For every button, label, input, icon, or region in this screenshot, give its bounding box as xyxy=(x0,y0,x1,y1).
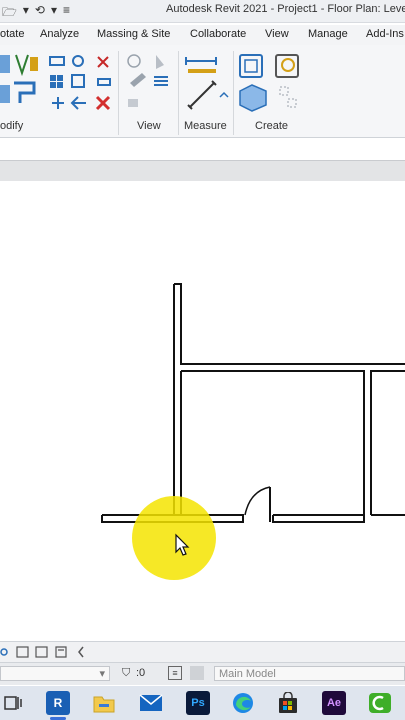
panel-label-measure: Measure xyxy=(184,120,227,132)
ribbon: odify View Measure Create xyxy=(0,45,405,138)
chevron-down-icon: ▾ xyxy=(99,668,105,680)
tab-massing-site[interactable]: Massing & Site xyxy=(97,28,170,40)
panel-label-view: View xyxy=(137,120,161,132)
more-icon[interactable]: ≡ xyxy=(63,3,70,24)
panel-divider xyxy=(118,51,119,135)
edge-icon[interactable] xyxy=(232,692,254,714)
chevron-left-icon[interactable] xyxy=(78,646,84,658)
task-view-icon[interactable] xyxy=(4,694,22,712)
floor-plan-drawing xyxy=(101,283,405,580)
file-explorer-icon[interactable] xyxy=(93,693,115,713)
cursor-highlight xyxy=(132,496,216,580)
measure-tools-icon[interactable] xyxy=(184,53,230,113)
revit-icon[interactable]: R xyxy=(46,691,70,715)
active-workset-value: Main Model xyxy=(219,668,276,680)
status-dropdown[interactable]: ▾ xyxy=(0,666,110,681)
align-move-icon[interactable] xyxy=(48,53,90,113)
open-icon[interactable]: 🗁 xyxy=(2,3,17,24)
workset-icon[interactable] xyxy=(190,666,204,680)
filter-icon[interactable]: ⛉ xyxy=(122,667,130,680)
dropdown-icon[interactable]: ▾ xyxy=(23,3,29,24)
panel-label-modify: odify xyxy=(0,120,24,132)
camtasia-icon[interactable] xyxy=(368,692,392,714)
active-workset-field[interactable]: Main Model xyxy=(214,666,405,681)
revit-label: R xyxy=(53,696,63,710)
sun-path-icon[interactable] xyxy=(0,648,8,656)
modify-tools-icon[interactable] xyxy=(0,53,42,113)
walls xyxy=(101,283,405,523)
tab-view[interactable]: View xyxy=(265,28,289,40)
window-title: Autodesk Revit 2021 - Project1 - Floor P… xyxy=(166,3,405,15)
tab-collaborate[interactable]: Collaborate xyxy=(190,28,246,40)
create-tools-icon[interactable] xyxy=(238,51,304,115)
taskbar: R Ps Ae xyxy=(0,686,405,720)
door-swing-arc xyxy=(244,486,271,516)
wall-bottom-middle[interactable] xyxy=(272,515,365,523)
status-bar: ▾ ⛉ :0 ≡ Main Model xyxy=(0,662,405,685)
after-effects-icon[interactable]: Ae xyxy=(322,691,346,715)
options-bar xyxy=(0,160,405,182)
photoshop-label: Ps xyxy=(191,697,205,709)
view-tools-icon[interactable] xyxy=(124,53,174,113)
temporary-view-icon[interactable] xyxy=(55,646,67,658)
panel-divider xyxy=(233,51,234,135)
hide-elements-icon[interactable] xyxy=(35,646,48,658)
delete-icon[interactable] xyxy=(94,53,116,113)
quick-access-toolbar: 🗁 ▾ ⟲ ▾ ≡ xyxy=(2,3,70,24)
view-control-bar xyxy=(0,641,405,662)
mail-icon[interactable] xyxy=(139,694,163,712)
wall-room-far-right[interactable] xyxy=(370,370,405,515)
dropdown-icon[interactable]: ▾ xyxy=(51,3,57,24)
title-bar: 🗁 ▾ ⟲ ▾ ≡ Autodesk Revit 2021 - Project1… xyxy=(0,0,405,23)
view-controls xyxy=(0,646,84,658)
panel-divider xyxy=(178,51,179,135)
panel-label-create: Create xyxy=(255,120,289,132)
crop-view-icon[interactable] xyxy=(16,646,29,658)
store-icon[interactable] xyxy=(277,692,299,714)
photoshop-icon[interactable]: Ps xyxy=(186,691,210,715)
selection-count: :0 xyxy=(136,667,146,679)
undo-icon[interactable]: ⟲ xyxy=(35,3,45,24)
tab-analyze[interactable]: Analyze xyxy=(40,28,79,40)
tab-add-ins[interactable]: Add-Ins xyxy=(366,28,404,40)
ribbon-tab-bar: otate Analyze Massing & Site Collaborate… xyxy=(0,25,405,45)
tab-rotate[interactable]: otate xyxy=(0,28,24,40)
drawing-canvas[interactable] xyxy=(0,181,405,641)
wall-room-right-edge[interactable] xyxy=(181,370,365,516)
tab-manage[interactable]: Manage xyxy=(308,28,348,40)
after-effects-label: Ae xyxy=(326,697,342,709)
editable-only-icon[interactable]: ≡ xyxy=(168,666,182,680)
